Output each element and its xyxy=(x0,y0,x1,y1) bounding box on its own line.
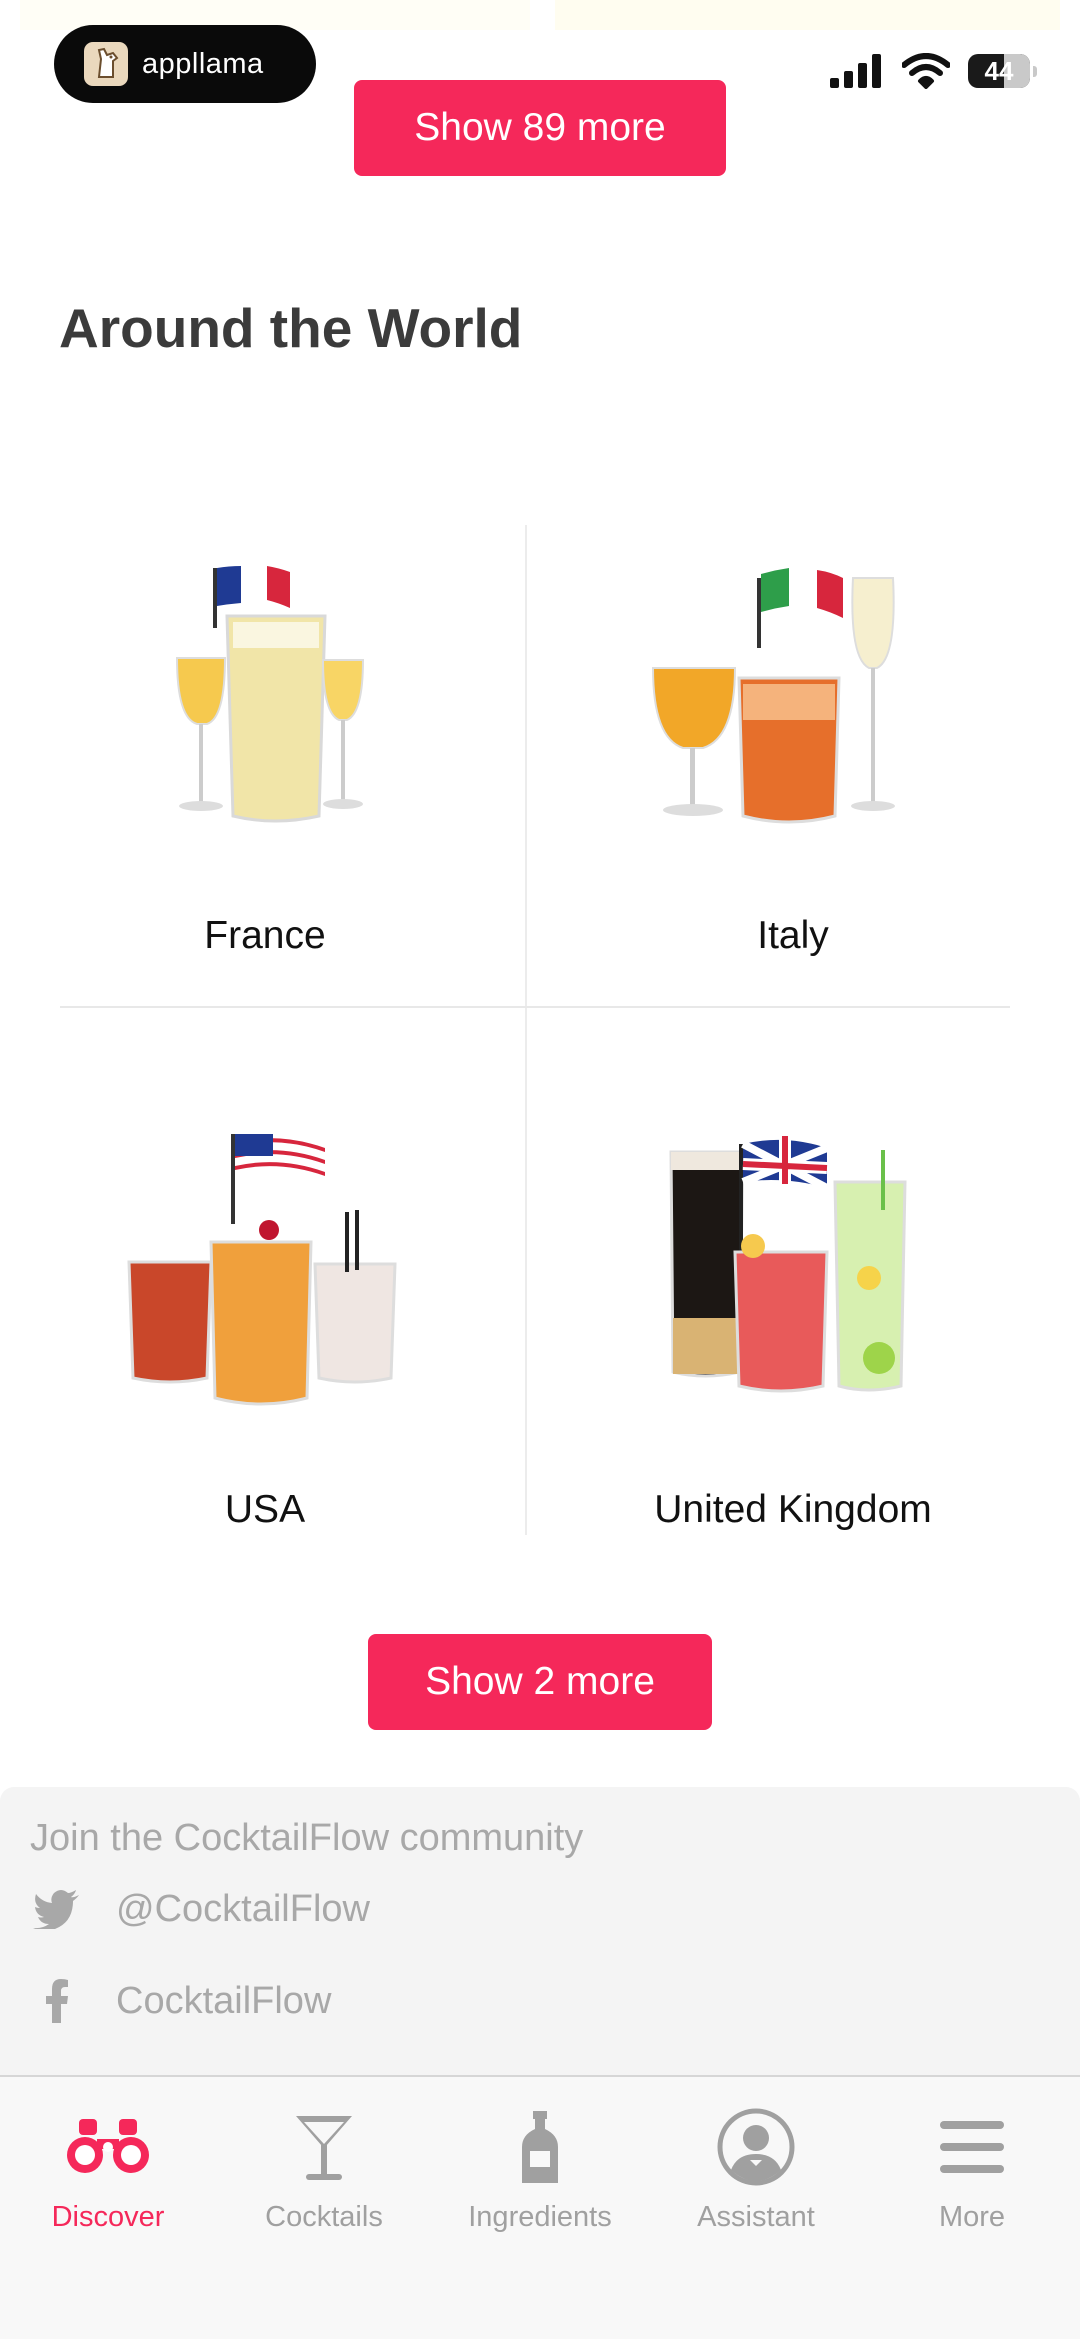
facebook-icon xyxy=(30,1977,84,2025)
tab-label: Cocktails xyxy=(265,2201,383,2233)
show-more-countries-button[interactable]: Show 2 more xyxy=(368,1634,712,1730)
signal-icon xyxy=(830,54,881,88)
tab-assistant[interactable]: Assistant xyxy=(648,2107,864,2234)
tab-cocktails[interactable]: Cocktails xyxy=(216,2107,432,2234)
screen-recorder-pill: appllama xyxy=(54,25,316,103)
bartender-icon xyxy=(648,2107,864,2187)
grid-divider-vertical xyxy=(525,525,527,1535)
country-card-italy[interactable]: Italy xyxy=(558,548,1028,958)
twitter-link[interactable]: @CocktailFlow xyxy=(30,1885,370,1933)
community-panel: Join the CocktailFlow community @Cocktai… xyxy=(0,1787,1080,2075)
twitter-handle: @CocktailFlow xyxy=(116,1887,370,1930)
country-label: Italy xyxy=(757,914,829,957)
facebook-page: CocktailFlow xyxy=(116,1979,332,2022)
facebook-link[interactable]: CocktailFlow xyxy=(30,1977,331,2025)
tab-discover[interactable]: Discover xyxy=(0,2107,216,2234)
section-title: Around the World xyxy=(59,297,523,359)
italy-cocktails-image xyxy=(643,548,943,878)
tab-ingredients[interactable]: Ingredients xyxy=(432,2107,648,2234)
france-cocktails-image xyxy=(115,548,415,878)
wifi-icon xyxy=(902,53,950,89)
grid-divider-horizontal xyxy=(60,1006,1010,1008)
country-label: France xyxy=(204,914,326,957)
country-card-france[interactable]: France xyxy=(30,548,500,958)
llama-logo-icon xyxy=(84,42,128,86)
tab-label: Ingredients xyxy=(468,2201,612,2233)
show-more-button[interactable]: Show 89 more xyxy=(354,80,726,176)
country-card-united-kingdom[interactable]: United Kingdom xyxy=(558,1122,1028,1532)
uk-cocktails-image xyxy=(643,1122,943,1452)
app-pill-label: appllama xyxy=(142,47,264,80)
usa-cocktails-image xyxy=(115,1122,415,1452)
bottom-tab-bar: Discover Cocktails Ingredients Assistant… xyxy=(0,2075,1080,2339)
country-label: United Kingdom xyxy=(654,1488,932,1531)
tab-more[interactable]: More xyxy=(864,2107,1080,2234)
battery-level: 44 xyxy=(984,55,1014,86)
binoculars-icon xyxy=(0,2107,216,2187)
bottle-icon xyxy=(432,2107,648,2187)
country-card-usa[interactable]: USA xyxy=(30,1122,500,1532)
tab-label: Discover xyxy=(51,2201,165,2233)
battery-icon: 44 xyxy=(968,54,1037,88)
twitter-bird-icon xyxy=(30,1885,84,1933)
community-heading: Join the CocktailFlow community xyxy=(30,1817,584,1859)
tab-label: Assistant xyxy=(697,2201,815,2233)
tab-label: More xyxy=(938,2201,1006,2233)
remnant-card-right xyxy=(555,0,1060,30)
menu-icon xyxy=(864,2107,1080,2187)
status-icons: 44 xyxy=(830,50,1037,92)
cocktail-glass-icon xyxy=(216,2107,432,2187)
country-label: USA xyxy=(224,1488,306,1531)
